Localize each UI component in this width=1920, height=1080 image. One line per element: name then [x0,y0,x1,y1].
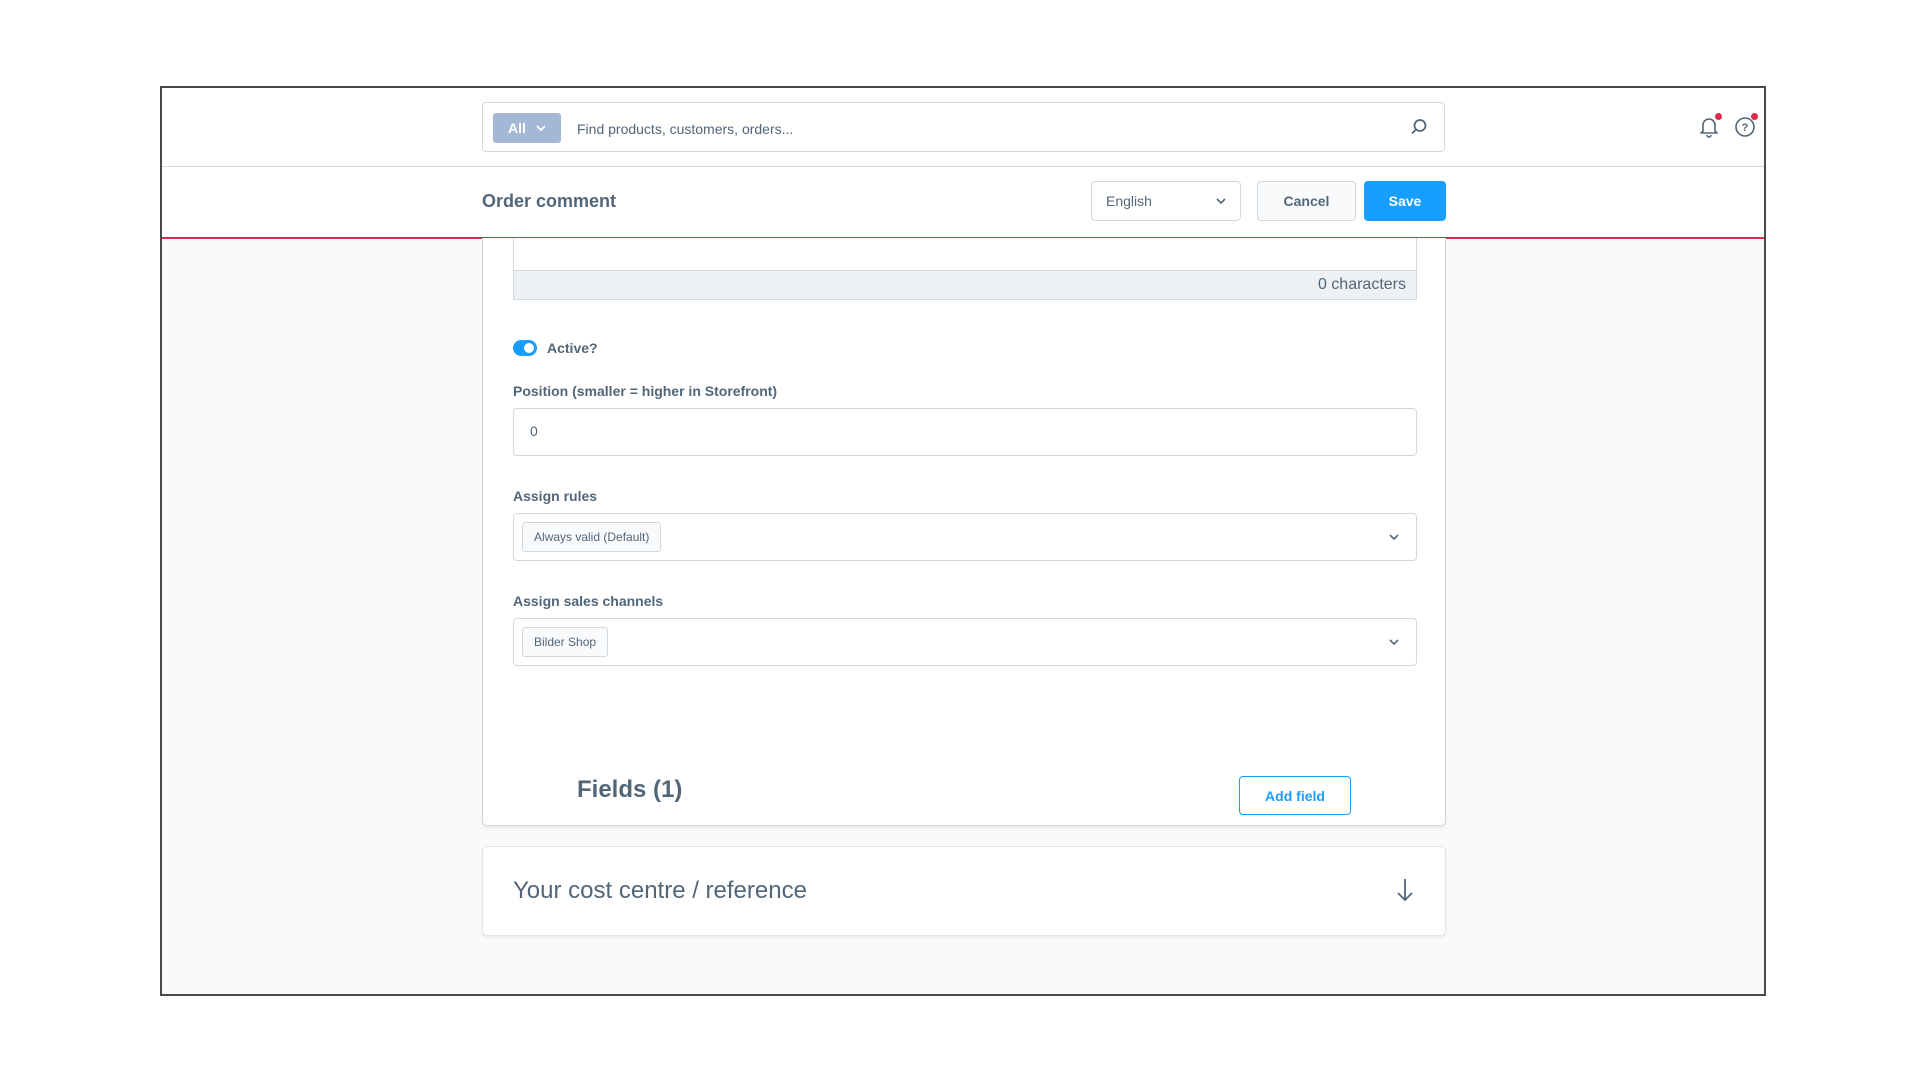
fields-heading: Fields (1) [577,776,683,803]
cancel-button[interactable]: Cancel [1257,181,1356,221]
bell-icon[interactable] [1698,113,1722,138]
page-title: Order comment [482,191,617,211]
description-textarea[interactable] [513,238,1417,270]
sales-channels-select[interactable]: Bilder Shop [513,618,1417,666]
assign-rules-label: Assign rules [513,488,598,504]
assign-rules-select[interactable]: Always valid (Default) [513,513,1417,561]
chevron-down-icon [1389,534,1399,541]
settings-card: 0 characters Active? Position (smaller =… [482,238,1446,826]
search-input[interactable] [575,115,1379,143]
save-button[interactable]: Save [1364,181,1446,221]
add-field-button[interactable]: Add field [1239,776,1351,815]
search-type-label: All [508,120,526,136]
notification-dot [1715,113,1722,120]
active-toggle-row: Active? [513,340,598,356]
top-icons: ? [1698,113,1758,138]
global-search: All [482,102,1445,152]
help-icon[interactable]: ? [1734,113,1758,138]
smart-bar: Order comment English Cancel Save [162,167,1764,239]
chevron-down-icon [536,125,546,132]
assign-rules-chip[interactable]: Always valid (Default) [522,522,662,552]
search-type-select[interactable]: All [493,113,561,143]
sales-channel-chip[interactable]: Bilder Shop [522,627,609,657]
language-value: English [1106,193,1152,209]
field-item[interactable]: Your cost centre / reference [482,846,1446,936]
position-input[interactable]: 0 [513,408,1417,456]
active-label: Active? [547,340,598,356]
svg-text:?: ? [1742,122,1749,134]
position-label: Position (smaller = higher in Storefront… [513,383,778,399]
arrow-down-icon[interactable] [1395,877,1415,903]
character-count: 0 characters [513,270,1417,300]
position-value: 0 [530,423,538,439]
top-bar: All ? [162,88,1764,167]
sales-channels-label: Assign sales channels [513,593,664,609]
search-icon[interactable] [1410,118,1428,136]
app-window: All ? [160,86,1766,996]
help-dot [1751,113,1758,120]
chevron-down-icon [1216,198,1226,205]
active-toggle[interactable] [513,340,537,356]
field-item-label: Your cost centre / reference [513,877,807,904]
language-select[interactable]: English [1091,181,1241,221]
chevron-down-icon [1389,639,1399,646]
